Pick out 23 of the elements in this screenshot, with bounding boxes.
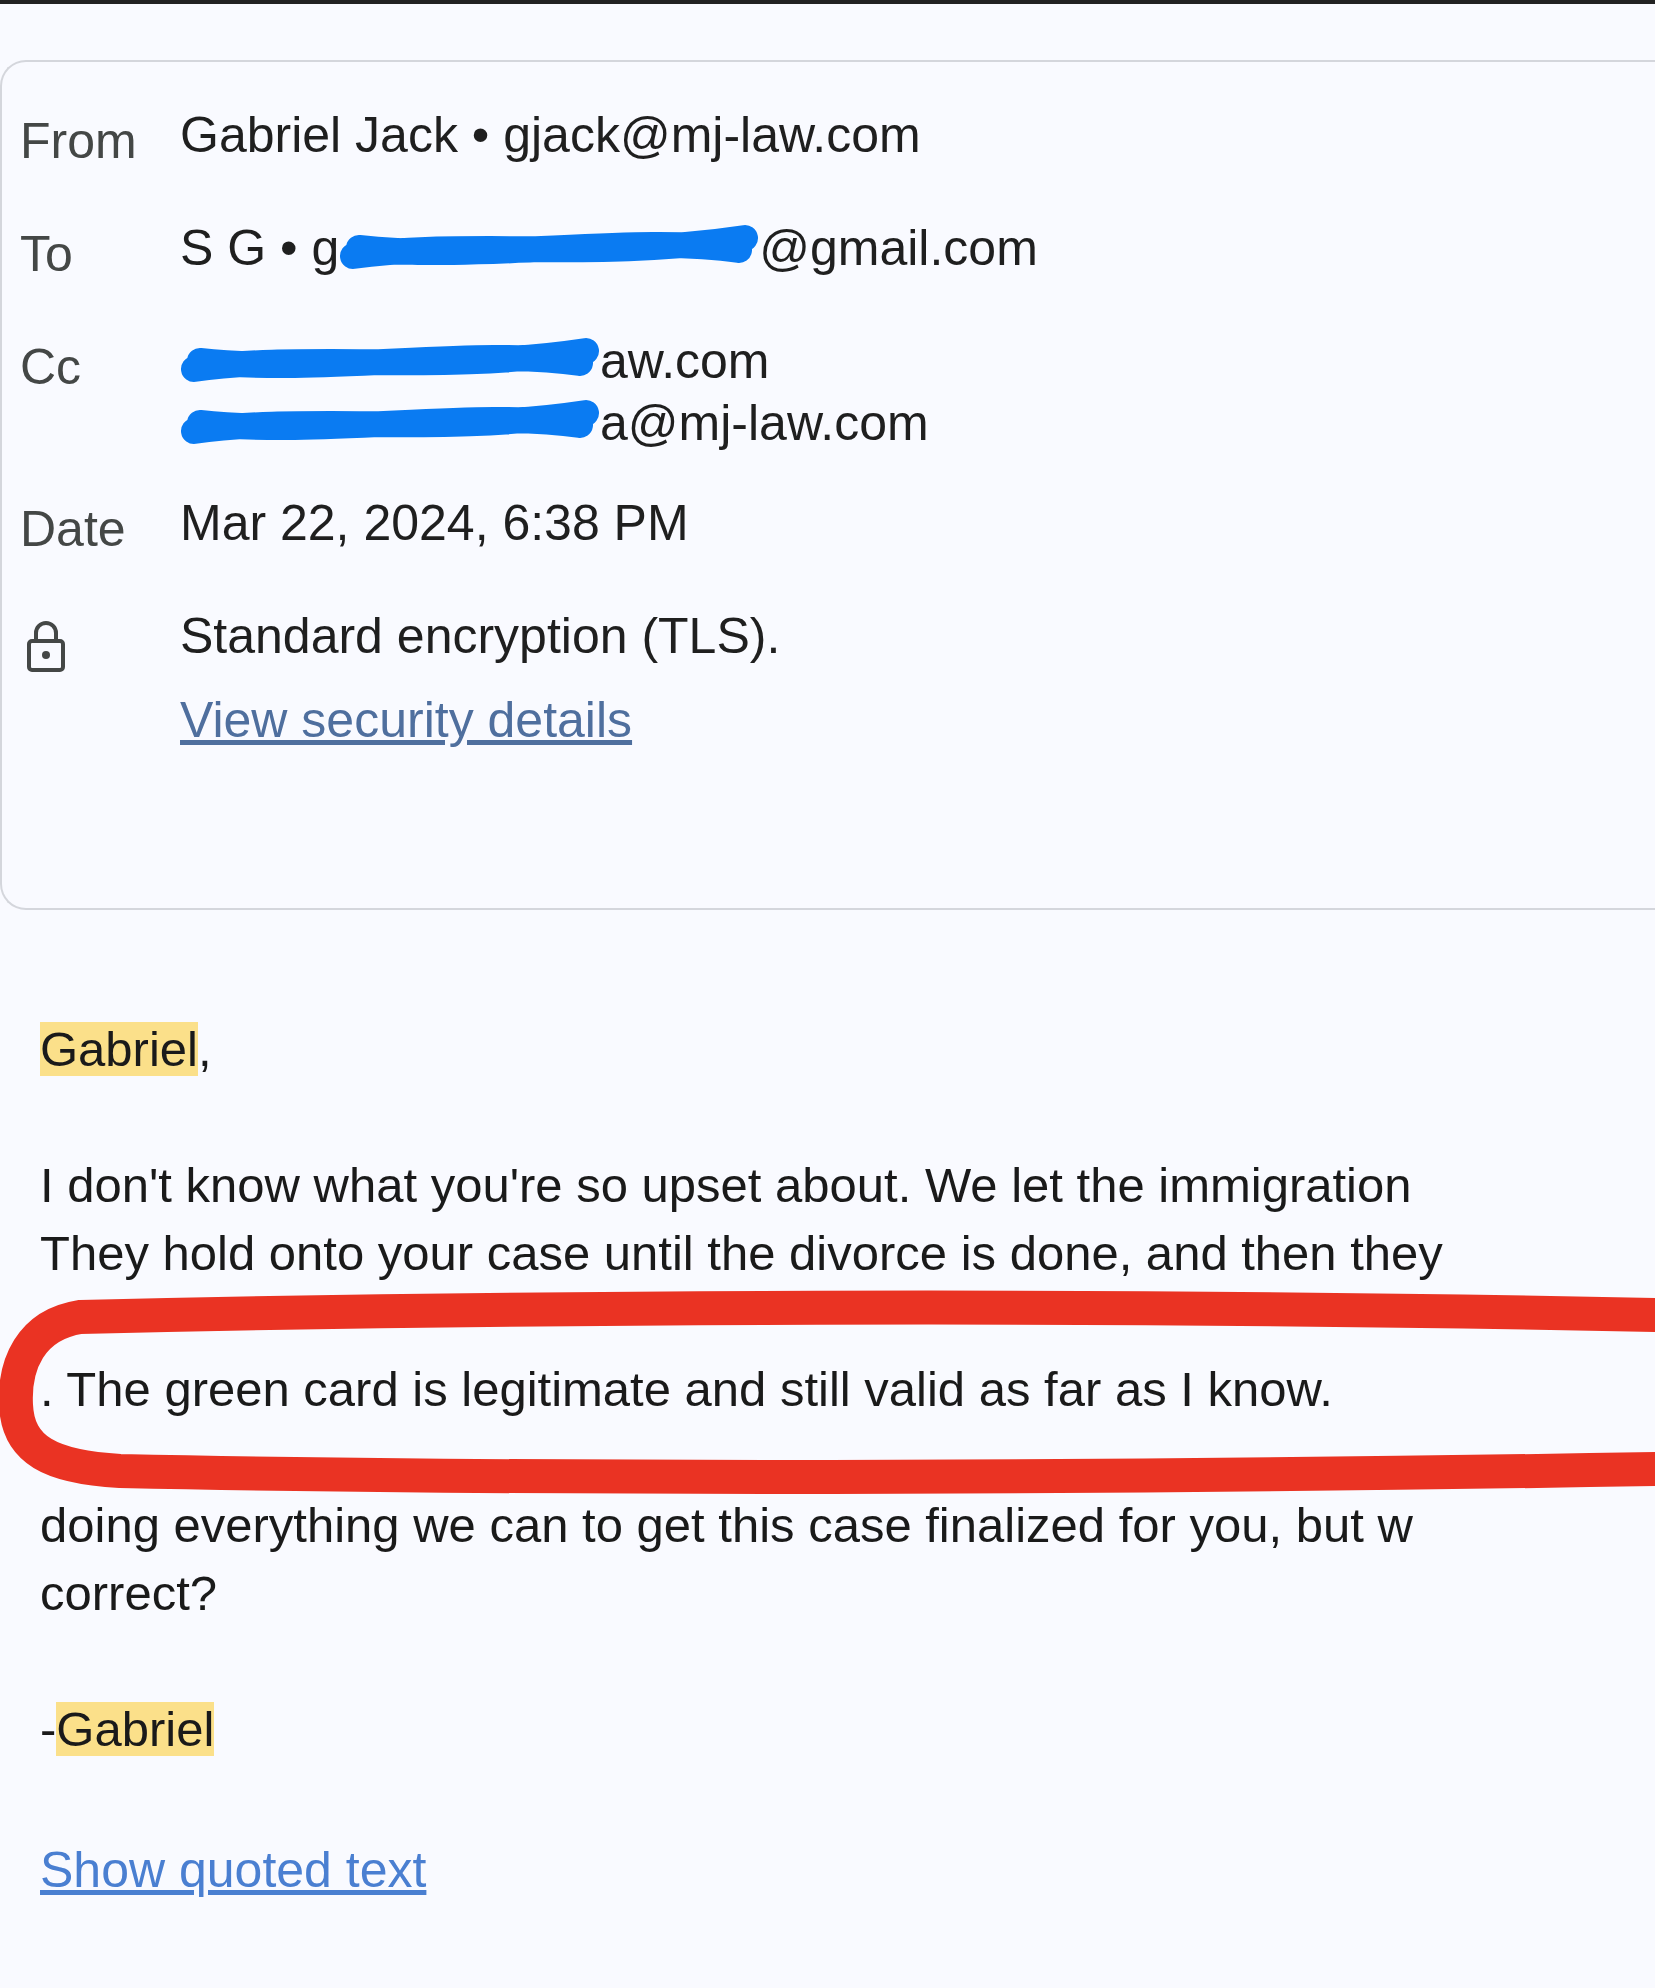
field-value: Mar 22, 2024, 6:38 PM (180, 494, 689, 553)
message-line: They hold onto your case until the divorce is done, and then they (40, 1226, 1443, 1280)
show-quoted-text-link[interactable]: Show quoted text (40, 1833, 427, 1908)
field-label: Cc (20, 338, 83, 397)
field-value: Gabriel Jack • gjack@mj-law.com (180, 106, 921, 165)
field-label: Date (20, 500, 127, 559)
field-value: aw.com (600, 332, 770, 391)
field-label: To (20, 225, 74, 284)
field-value: @gmail.com (759, 219, 1038, 278)
message-line: doing everything we can to get this case finalized for you, but w (40, 1498, 1413, 1552)
field-label: From (20, 112, 138, 171)
punctuation: , (197, 1022, 212, 1076)
field-value: S G • g (180, 219, 340, 278)
highlighted-name: Gabriel (40, 1022, 198, 1076)
message-line: correct? (40, 1566, 217, 1620)
message-line: . The green card is legitimate and still valid as far as I know. (40, 1362, 1333, 1416)
lock-icon (26, 618, 66, 673)
field-value: a@mj-law.com (600, 394, 929, 453)
security-details-link[interactable]: View security details (180, 683, 633, 758)
security-text: Standard encryption (TLS). (180, 607, 781, 666)
highlighted-name: Gabriel (56, 1702, 215, 1756)
punctuation: - (40, 1702, 57, 1756)
message-line: I don't know what you're so upset about. We let the immigration (40, 1158, 1412, 1212)
